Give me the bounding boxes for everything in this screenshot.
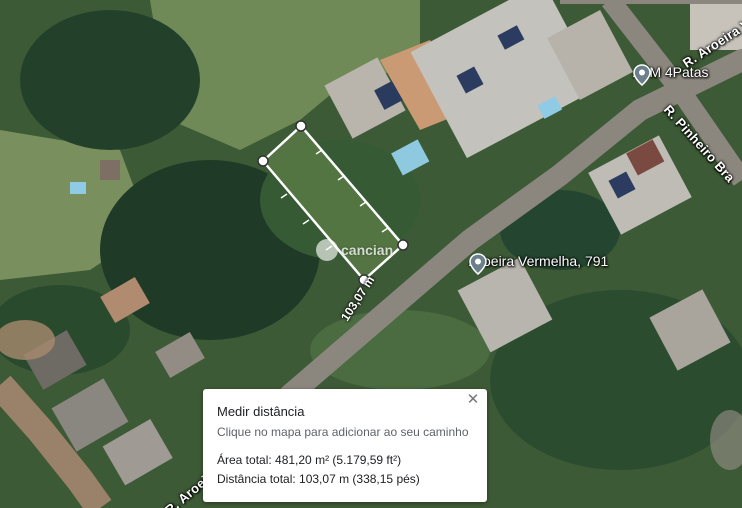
total-area: Área total: 481,20 m² (5.179,59 ft²) [217,453,402,467]
measure-point[interactable] [397,239,409,251]
total-distance: Distância total: 103,07 m (338,15 pés) [217,472,420,486]
measure-distance-panel: ✕ Medir distância Clique no mapa para ad… [203,389,487,502]
location-pin-icon [469,253,487,275]
close-icon[interactable]: ✕ [465,392,481,408]
measure-point[interactable] [257,155,269,167]
place-aroeira-vermelha-791[interactable]: Aroeira Vermelha, 791 [469,253,609,275]
measure-point[interactable] [295,120,307,132]
location-pin-icon [633,64,651,86]
place-label: Aroeira Vermelha, 791 [469,253,609,269]
place-ajm-4patas[interactable]: AJM 4Patas [633,64,708,86]
watermark-logo-icon [316,239,338,261]
watermark-text: cancian [341,242,394,258]
watermark: cancian [316,239,393,261]
panel-title: Medir distância [217,404,305,419]
panel-instruction: Clique no mapa para adicionar ao seu cam… [217,425,469,439]
